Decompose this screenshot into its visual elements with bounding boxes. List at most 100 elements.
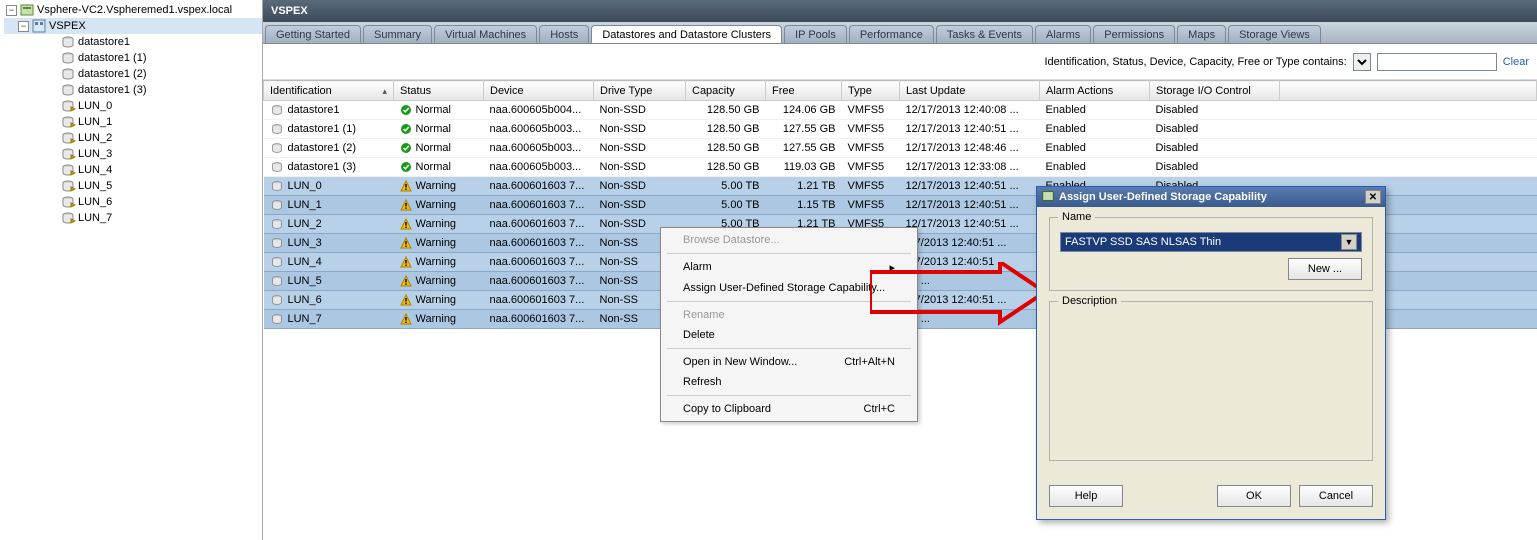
col-last-update[interactable]: Last Update [900, 81, 1040, 101]
col-capacity[interactable]: Capacity [686, 81, 766, 101]
menu-item-label: Copy to Clipboard [683, 403, 771, 415]
col-drive-type[interactable]: Drive Type [594, 81, 686, 101]
datastore-icon [270, 103, 284, 117]
page-title: VSPEX [271, 5, 308, 17]
tab-summary[interactable]: Summary [363, 25, 432, 43]
menu-item-shortcut: Ctrl+Alt+N [844, 356, 895, 368]
menu-item-rename: Rename [661, 305, 917, 325]
dialog-icon [1041, 189, 1055, 206]
tab-tasks-events[interactable]: Tasks & Events [936, 25, 1033, 43]
filter-bar: Identification, Status, Device, Capacity… [263, 44, 1537, 80]
tab-storage-views[interactable]: Storage Views [1228, 25, 1321, 43]
filter-clear-link[interactable]: Clear [1503, 56, 1529, 68]
menu-item-copy-to-clipboard[interactable]: Copy to Clipboard Ctrl+C [661, 399, 917, 419]
menu-item-assign-user-defined-storage-capability[interactable]: Assign User-Defined Storage Capability..… [661, 278, 917, 298]
menu-item-alarm[interactable]: Alarm [661, 257, 917, 278]
col-identification[interactable]: Identification▴ [264, 81, 394, 101]
col-status[interactable]: Status [394, 81, 484, 101]
col-free[interactable]: Free [766, 81, 842, 101]
table-row[interactable]: datastore1Normalnaa.600605b004...Non-SSD… [264, 101, 1537, 120]
assign-capability-dialog: Assign User-Defined Storage Capability ✕… [1036, 186, 1386, 520]
col-type[interactable]: Type [842, 81, 900, 101]
tree-datacenter[interactable]: − VSPEX [4, 18, 262, 34]
col-device[interactable]: Device [484, 81, 594, 101]
tree-item-lun-2[interactable]: LUN_2 [4, 130, 262, 146]
lun-icon [60, 130, 76, 146]
tab-virtual-machines[interactable]: Virtual Machines [434, 25, 537, 43]
tree-item-lun-0[interactable]: LUN_0 [4, 98, 262, 114]
lun-icon [60, 194, 76, 210]
tree-item-label: LUN_5 [78, 180, 112, 192]
datastore-icon [270, 217, 284, 231]
table-row[interactable]: datastore1 (2)Normalnaa.600605b003...Non… [264, 139, 1537, 158]
tab-ip-pools[interactable]: IP Pools [784, 25, 847, 43]
tab-alarms[interactable]: Alarms [1035, 25, 1091, 43]
menu-item-label: Assign User-Defined Storage Capability..… [683, 282, 885, 294]
filter-input[interactable] [1377, 53, 1497, 71]
tab-permissions[interactable]: Permissions [1093, 25, 1175, 43]
menu-item-open-in-new-window[interactable]: Open in New Window... Ctrl+Alt+N [661, 352, 917, 372]
status-warn-icon [400, 218, 412, 230]
tree-item-label: LUN_6 [78, 196, 112, 208]
cancel-button[interactable]: Cancel [1299, 485, 1373, 507]
lun-icon [60, 178, 76, 194]
tree-item-label: LUN_7 [78, 212, 112, 224]
status-warn-icon [400, 313, 412, 325]
status-warn-icon [400, 180, 412, 192]
datastore-icon [60, 34, 76, 50]
menu-item-delete[interactable]: Delete [661, 325, 917, 345]
tree-item-datastore1-2-[interactable]: datastore1 (2) [4, 66, 262, 82]
tree-item-datastore1-1-[interactable]: datastore1 (1) [4, 50, 262, 66]
status-ok-icon [400, 142, 412, 154]
menu-item-label: Refresh [683, 376, 722, 388]
tree-item-lun-3[interactable]: LUN_3 [4, 146, 262, 162]
menu-item-label: Open in New Window... [683, 356, 797, 368]
menu-item-label: Alarm [683, 261, 712, 274]
menu-item-shortcut: Ctrl+C [864, 403, 895, 415]
lun-icon [60, 146, 76, 162]
tree-item-lun-4[interactable]: LUN_4 [4, 162, 262, 178]
datastore-icon [60, 82, 76, 98]
table-row[interactable]: datastore1 (3)Normalnaa.600605b003...Non… [264, 158, 1537, 177]
tree-item-lun-1[interactable]: LUN_1 [4, 114, 262, 130]
tree-root[interactable]: − Vsphere-VC2.Vspheremed1.vspex.local [4, 2, 262, 18]
menu-separator [667, 253, 911, 254]
tree-item-lun-7[interactable]: LUN_7 [4, 210, 262, 226]
nav-tree: − Vsphere-VC2.Vspheremed1.vspex.local − … [0, 0, 263, 540]
menu-separator [667, 301, 911, 302]
lun-icon [60, 98, 76, 114]
tree-item-lun-6[interactable]: LUN_6 [4, 194, 262, 210]
help-button[interactable]: Help [1049, 485, 1123, 507]
tab-getting-started[interactable]: Getting Started [265, 25, 361, 43]
col-alarm-actions[interactable]: Alarm Actions [1040, 81, 1150, 101]
tree-item-lun-5[interactable]: LUN_5 [4, 178, 262, 194]
table-row[interactable]: datastore1 (1)Normalnaa.600605b003...Non… [264, 120, 1537, 139]
ok-button[interactable]: OK [1217, 485, 1291, 507]
collapse-icon[interactable]: − [6, 5, 17, 16]
tree-item-datastore1[interactable]: datastore1 [4, 34, 262, 50]
col-storage-i-o-control[interactable]: Storage I/O Control [1150, 81, 1280, 101]
chevron-down-icon[interactable]: ▼ [1341, 234, 1357, 250]
menu-item-refresh[interactable]: Refresh [661, 372, 917, 392]
datastore-icon [60, 66, 76, 82]
tree-item-datastore1-3-[interactable]: datastore1 (3) [4, 82, 262, 98]
datastore-icon [270, 236, 284, 250]
tab-maps[interactable]: Maps [1177, 25, 1226, 43]
tab-performance[interactable]: Performance [849, 25, 934, 43]
capability-name-combo[interactable]: FASTVP SSD SAS NLSAS Thin ▼ [1060, 232, 1362, 252]
status-warn-icon [400, 256, 412, 268]
status-warn-icon [400, 199, 412, 211]
status-ok-icon [400, 104, 412, 116]
tab-hosts[interactable]: Hosts [539, 25, 589, 43]
status-warn-icon [400, 294, 412, 306]
close-icon[interactable]: ✕ [1365, 190, 1381, 204]
tree-item-label: LUN_0 [78, 100, 112, 112]
dialog-titlebar[interactable]: Assign User-Defined Storage Capability ✕ [1037, 187, 1385, 207]
description-fieldset: Description [1049, 301, 1373, 461]
tree-item-label: datastore1 [78, 36, 130, 48]
tab-datastores-and-datastore-clusters[interactable]: Datastores and Datastore Clusters [591, 25, 782, 43]
new-capability-button[interactable]: New ... [1288, 258, 1362, 280]
collapse-icon[interactable]: − [18, 21, 29, 32]
filter-scope-select[interactable] [1353, 53, 1371, 71]
grid-header-row: Identification▴StatusDeviceDrive TypeCap… [264, 81, 1537, 101]
